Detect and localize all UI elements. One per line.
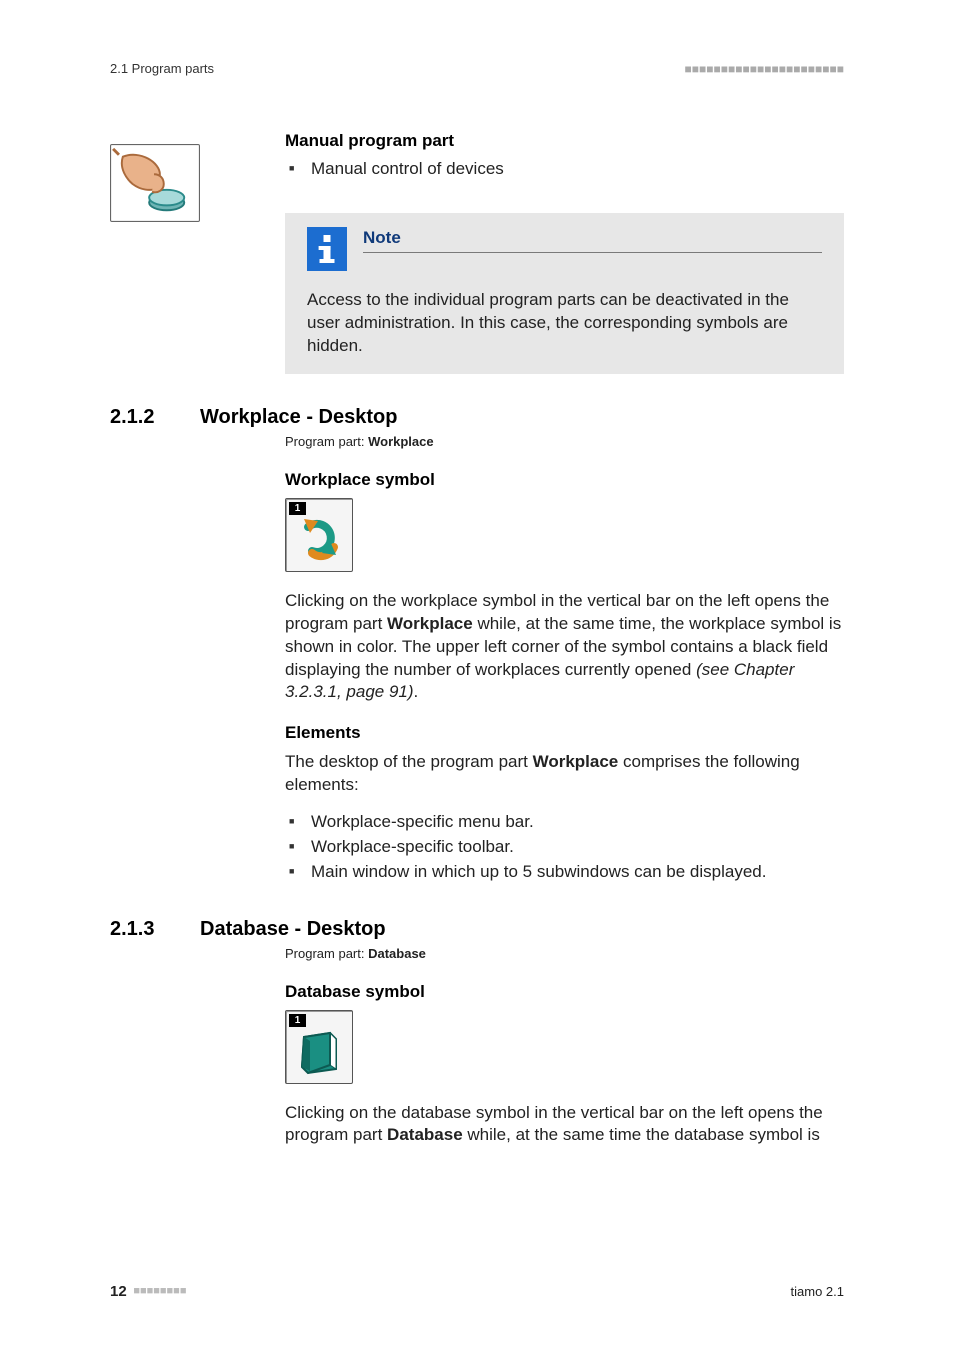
workplace-symbol-icon: 1: [285, 498, 353, 572]
sec212-sub-bold: Workplace: [368, 434, 434, 449]
sec212-sub-prefix: Program part:: [285, 434, 368, 449]
manual-heading: Manual program part: [285, 130, 844, 153]
section-2.1.3-number: 2.1.3: [110, 916, 170, 943]
manual-bullet-list: Manual control of devices: [285, 158, 844, 183]
manual-text-column: Manual program part Manual control of de…: [285, 130, 844, 375]
sec213-sub-prefix: Program part:: [285, 946, 368, 961]
footer-decor-squares: ■■■■■■■■: [133, 1285, 186, 1297]
footer-left: 12 ■■■■■■■■: [110, 1282, 186, 1302]
section-2.1.3-heading: 2.1.3 Database - Desktop: [110, 916, 844, 943]
page-header: 2.1 Program parts ■■■■■■■■■■■■■■■■■■■■■■: [110, 60, 844, 78]
sec212-elements-heading: Elements: [285, 722, 844, 745]
section-2.1.3-title: Database - Desktop: [200, 916, 386, 943]
sec213-symbol-heading: Database symbol: [285, 981, 844, 1004]
page-footer: 12 ■■■■■■■■ tiamo 2.1: [110, 1282, 844, 1302]
sec213-sub-bold: Database: [368, 946, 426, 961]
header-decor-squares: ■■■■■■■■■■■■■■■■■■■■■■: [685, 60, 844, 78]
sec212-ei-a: The desktop of the program part: [285, 752, 533, 771]
note-box: Note Access to the individual program pa…: [285, 213, 844, 374]
sec212-p1-b: Workplace: [387, 614, 473, 633]
database-symbol-icon: 1: [285, 1010, 353, 1084]
manual-bullet-1: Manual control of devices: [311, 158, 844, 183]
header-section-label: 2.1 Program parts: [110, 60, 214, 78]
sec212-elements-list: Workplace-specific menu bar. Workplace-s…: [285, 811, 844, 886]
manual-program-part-block: Manual program part Manual control of de…: [110, 130, 844, 375]
section-2.1.2-title: Workplace - Desktop: [200, 404, 397, 431]
note-body: Access to the individual program parts c…: [307, 289, 822, 358]
sec212-li1: Workplace-specific menu bar.: [311, 811, 844, 836]
sec212-elements-intro: The desktop of the program part Workplac…: [285, 751, 844, 797]
sec213-p1-b: Database: [387, 1125, 463, 1144]
sec213-program-part-line: Program part: Database: [285, 945, 844, 963]
sec213-paragraph-1: Clicking on the database symbol in the v…: [285, 1102, 844, 1148]
section-2.1.2-heading: 2.1.2 Workplace - Desktop: [110, 404, 844, 431]
section-2.1.2-number: 2.1.2: [110, 404, 170, 431]
sec213-p1-c: while, at the same time the database sym…: [463, 1125, 820, 1144]
sec212-li3: Main window in which up to 5 subwindows …: [311, 861, 844, 886]
note-label: Note: [363, 227, 822, 253]
sec212-ei-b: Workplace: [533, 752, 619, 771]
manual-icon-column: [110, 130, 285, 222]
manual-hand-button-icon: [110, 144, 200, 222]
sec212-program-part-line: Program part: Workplace: [285, 433, 844, 451]
sec212-paragraph-1: Clicking on the workplace symbol in the …: [285, 590, 844, 705]
sec212-li2: Workplace-specific toolbar.: [311, 836, 844, 861]
sec212-p1-end: .: [414, 682, 419, 701]
info-icon: [307, 227, 347, 271]
footer-page-number: 12: [110, 1283, 127, 1300]
footer-product: tiamo 2.1: [791, 1283, 844, 1301]
sec212-symbol-heading: Workplace symbol: [285, 469, 844, 492]
page: 2.1 Program parts ■■■■■■■■■■■■■■■■■■■■■■…: [0, 0, 954, 1350]
